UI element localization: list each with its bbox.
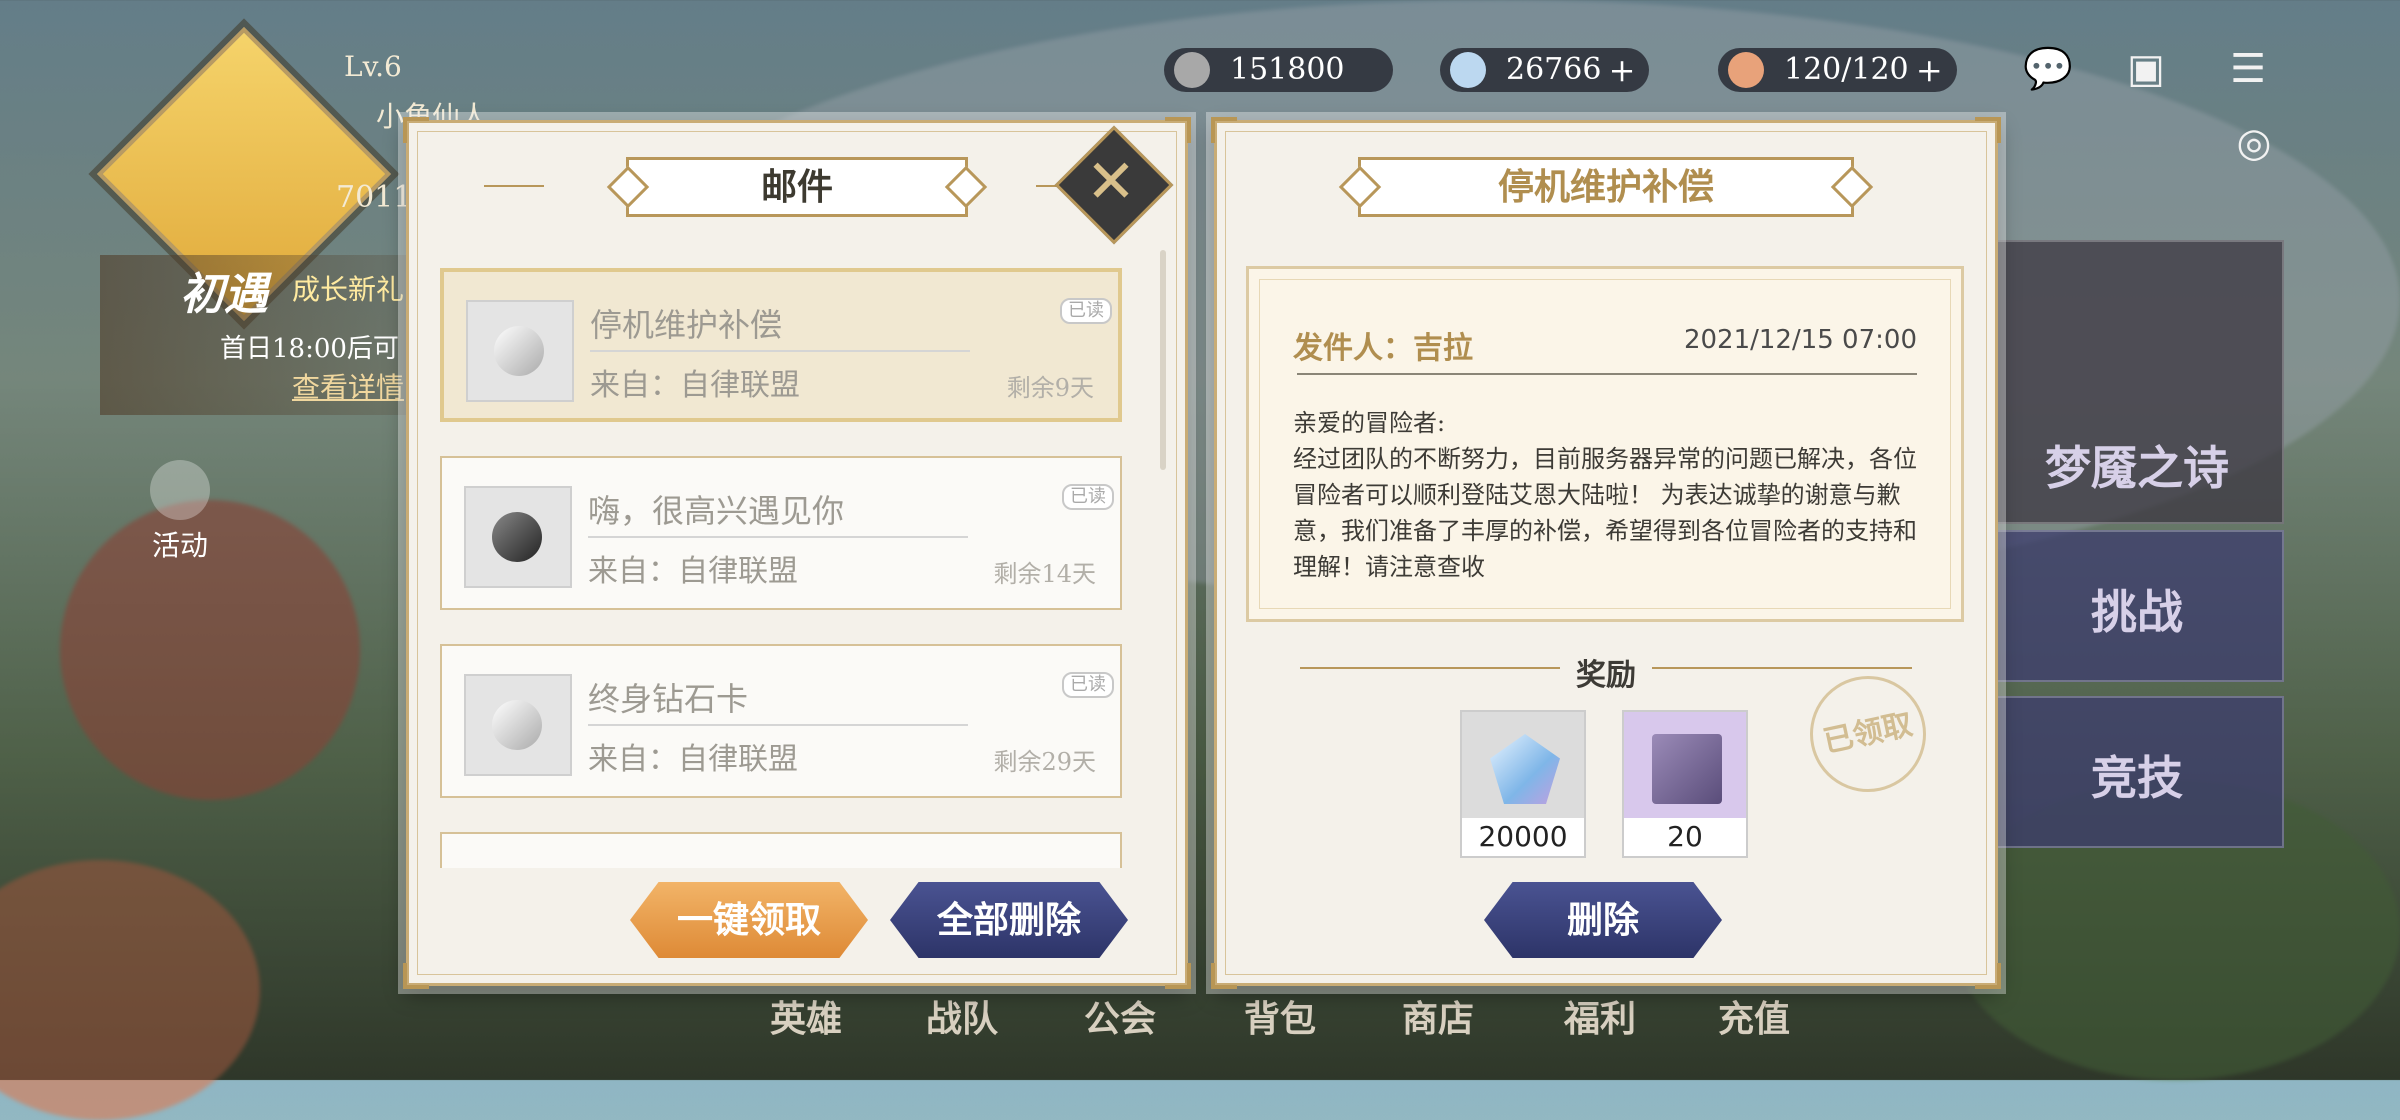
card-icon: [1652, 734, 1722, 804]
profile-card-icon[interactable]: ▣: [2120, 46, 2172, 92]
activity-button[interactable]: 活动: [145, 460, 215, 564]
player-uid: 7011: [336, 180, 413, 215]
mail-sender: 来自：自律联盟: [590, 368, 800, 403]
reward-item[interactable]: 20000: [1460, 710, 1586, 858]
divider: [1297, 373, 1917, 375]
mail-item[interactable]: 嗨，很高兴遇见你 来自：自律联盟 剩余14天 已读: [440, 456, 1122, 610]
reward-label: 奖励: [1576, 658, 1636, 693]
side-card-challenge[interactable]: 挑战: [1990, 530, 2284, 682]
panel-corner: [1211, 117, 1237, 143]
mail-remaining: 剩余29天: [993, 748, 1096, 776]
panel-corner: [1165, 963, 1191, 989]
panel-corner: [403, 963, 429, 989]
nav-bag[interactable]: 背包: [1244, 990, 1316, 1042]
gold-counter: 151800: [1164, 48, 1393, 92]
mail-content: 经过团队的不断努力，目前服务器异常的问题已解决，各位冒险者可以顺利登陆艾恩大陆啦…: [1293, 445, 1917, 581]
side-card-label: 梦魇之诗: [2045, 441, 2229, 495]
mail-sender: 来自：自律联盟: [588, 554, 798, 589]
gold-value: 151800: [1230, 52, 1345, 87]
mail-letter: 发件人：吉拉 2021/12/15 07:00 亲爱的冒险者: 经过团队的不断努…: [1246, 266, 1964, 622]
mail-title: 嗨，很高兴遇见你: [588, 492, 845, 530]
diamond-icon: [1450, 52, 1486, 88]
side-card-label: 挑战: [2091, 585, 2183, 639]
gem-icon: [494, 326, 544, 376]
mail-panel-title: 邮件: [626, 157, 968, 217]
mail-greeting: 亲爱的冒险者:: [1293, 409, 1446, 437]
nav-team[interactable]: 战队: [926, 990, 998, 1042]
side-card-label: 竞技: [2091, 751, 2183, 805]
panel-corner: [1165, 117, 1191, 143]
reward-divider: [1652, 667, 1912, 669]
chat-icon[interactable]: 💬: [2022, 46, 2074, 92]
diamond-icon: [1490, 734, 1560, 804]
divider: [590, 350, 970, 352]
nav-welfare[interactable]: 福利: [1564, 990, 1636, 1042]
reward-count: 20000: [1462, 818, 1584, 856]
menu-icon[interactable]: ☰: [2222, 46, 2274, 92]
gem-icon: [492, 700, 542, 750]
panel-corner: [1211, 963, 1237, 989]
reward-item[interactable]: 20: [1622, 710, 1748, 858]
delete-all-button[interactable]: 全部删除: [890, 882, 1128, 958]
promo-time: 首日18:00后可: [220, 334, 399, 364]
nav-guild[interactable]: 公会: [1084, 990, 1156, 1042]
mail-attachment-icon: [466, 300, 574, 402]
reward-divider: [1300, 667, 1560, 669]
mail-item[interactable]: 停机维护补偿 来自：自律联盟 剩余9天 已读: [440, 268, 1122, 422]
diamond-counter: 26766 +: [1440, 48, 1650, 92]
mail-list[interactable]: 停机维护补偿 来自：自律联盟 剩余9天 已读 嗨，很高兴遇见你 来自：自律联盟 …: [440, 268, 1130, 868]
promo-details-link[interactable]: 查看详情: [292, 366, 404, 406]
player-level: Lv.6: [344, 50, 402, 83]
promo-subtitle: 成长新礼: [292, 273, 405, 306]
add-stamina-button[interactable]: +: [1916, 48, 1943, 92]
mail-remaining: 剩余14天: [993, 560, 1096, 588]
add-diamond-button[interactable]: +: [1609, 48, 1636, 92]
delete-button[interactable]: 删除: [1484, 882, 1722, 958]
mail-attachment-icon: [464, 674, 572, 776]
read-badge: 已读: [1062, 672, 1114, 698]
mail-item[interactable]: 终身钻石卡 来自：自律联盟 剩余29天 已读: [440, 644, 1122, 798]
promo-title: 初遇: [180, 269, 268, 320]
activity-icon: [150, 460, 210, 520]
close-icon[interactable]: ✕: [1072, 143, 1150, 221]
stamina-value: 120/120: [1784, 52, 1909, 87]
panel-corner: [403, 117, 429, 143]
divider: [588, 536, 968, 538]
gold-icon: [1174, 52, 1210, 88]
nav-recharge[interactable]: 充值: [1718, 990, 1790, 1042]
character-icon: [492, 512, 542, 562]
hide-ui-icon[interactable]: ◎: [2228, 120, 2280, 166]
mail-title: 终身钻石卡: [588, 680, 749, 718]
mail-list-scrollbar[interactable]: [1160, 250, 1166, 470]
nav-heroes[interactable]: 英雄: [770, 990, 842, 1042]
divider: [588, 724, 968, 726]
panel-corner: [1975, 963, 2001, 989]
mail-title: 停机维护补偿: [590, 306, 783, 344]
read-badge: 已读: [1062, 484, 1114, 510]
mail-date: 2021/12/15 07:00: [1683, 325, 1917, 355]
side-card-arena[interactable]: 竞技: [1990, 696, 2284, 848]
mail-sender-name: 发件人：吉拉: [1293, 331, 1473, 366]
cake-icon: [1728, 52, 1764, 88]
mail-body: 亲爱的冒险者: 经过团队的不断努力，目前服务器异常的问题已解决，各位冒险者可以顺…: [1293, 405, 1927, 585]
mail-attachment-icon: [464, 486, 572, 588]
nav-shop[interactable]: 商店: [1402, 990, 1474, 1042]
title-decoration: [484, 185, 544, 187]
mail-sender: 来自：自律联盟: [588, 742, 798, 777]
panel-corner: [1975, 117, 2001, 143]
read-badge: 已读: [1060, 298, 1112, 324]
mail-item[interactable]: [440, 832, 1122, 868]
mail-detail-title: 停机维护补偿: [1358, 157, 1854, 217]
activity-label: 活动: [151, 529, 208, 562]
claim-all-button[interactable]: 一键领取: [630, 882, 868, 958]
diamond-value: 26766: [1506, 52, 1602, 87]
side-card-nightmare[interactable]: 梦魇之诗: [1990, 240, 2284, 524]
stamina-counter: 120/120 +: [1718, 48, 1957, 92]
mail-remaining: 剩余9天: [1006, 374, 1094, 402]
reward-count: 20: [1624, 818, 1746, 856]
